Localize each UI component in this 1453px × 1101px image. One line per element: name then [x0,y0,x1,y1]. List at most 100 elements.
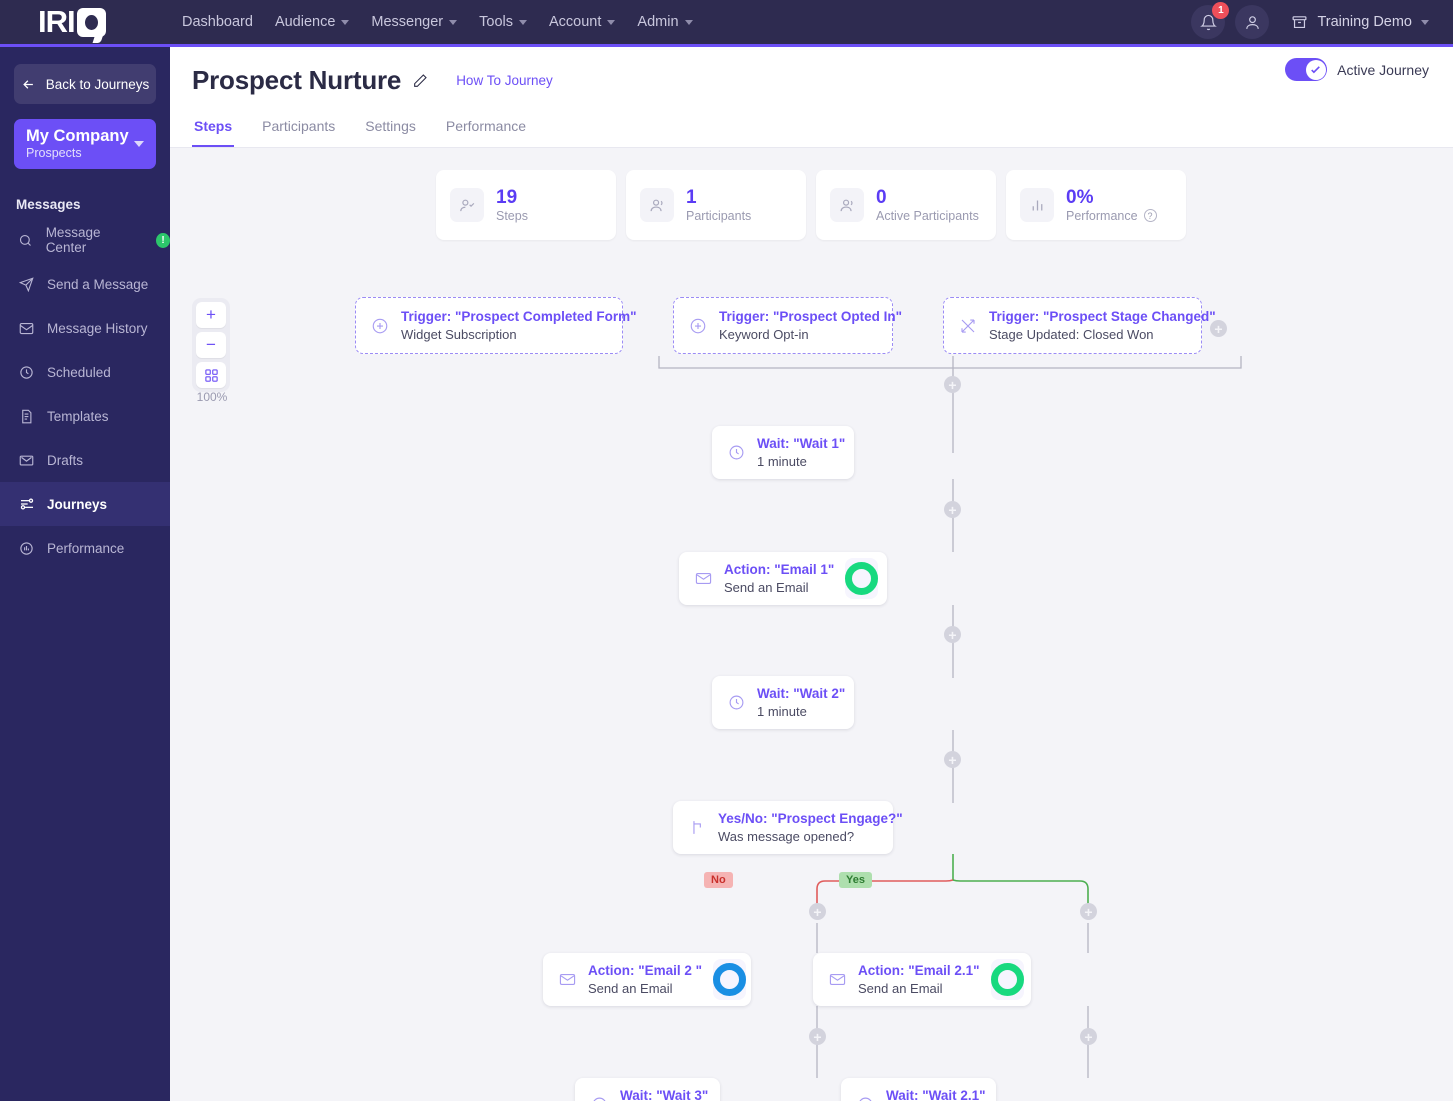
page-title: Prospect Nurture [192,65,402,95]
step-node-wait-2-1[interactable]: Wait: "Wait 2.1" 10 days [841,1078,996,1101]
user-profile-button[interactable] [1235,5,1270,39]
clock-icon [18,364,35,381]
logo-q-mark [76,7,106,37]
step-subtitle: Was message opened? [718,829,855,844]
draft-envelope-icon [18,452,35,469]
how-to-journey-link[interactable]: How To Journey [456,73,553,88]
sidebar-item-label: Send a Message [47,276,149,292]
sidebar: Back to Journeys My Company Prospects Me… [0,47,170,1101]
clock-icon [589,1095,609,1101]
step-subtitle: Send an Email [858,981,943,996]
add-step-button-yes-branch[interactable]: + [1080,903,1097,920]
chevron-down-icon [607,19,616,25]
sidebar-item-drafts[interactable]: Drafts [0,438,170,482]
step-node-wait-3[interactable]: Wait: "Wait 3" 10 days [575,1078,720,1101]
logo-text: IRI [38,4,76,39]
trigger-node-prospect-stage-changed[interactable]: Trigger: "Prospect Stage Changed" Stage … [943,297,1216,354]
search-icon [18,232,34,249]
arrow-left-icon [22,79,33,89]
step-node-wait-2[interactable]: Wait: "Wait 2" 1 minute [712,676,854,729]
trigger-node-prospect-completed-form[interactable]: Trigger: "Prospect Completed Form" Widge… [355,297,637,354]
branch-icon [687,818,707,838]
add-trigger-button[interactable]: + [1210,320,1227,337]
tab-steps[interactable]: Steps [192,110,235,147]
nav-item-account[interactable]: Account [549,14,616,30]
chart-pie-icon [18,540,35,557]
add-step-button-after-wait-1[interactable]: + [944,501,961,518]
nav-item-audience[interactable]: Audience [275,14,350,30]
status-donut-wrap [845,558,879,599]
add-step-button-after-triggers[interactable]: + [944,376,961,393]
step-subtitle: Send an Email [724,580,809,595]
shuffle-icon [958,316,978,336]
trigger-title: Trigger: "Prospect Stage Changed" [989,309,1216,324]
step-node-email-2[interactable]: Action: "Email 2 " Send an Email [543,953,751,1006]
trigger-subtitle: Stage Updated: Closed Won [989,327,1154,342]
clock-icon [726,693,746,713]
nav-item-messenger[interactable]: Messenger [371,14,458,30]
trigger-title: Trigger: "Prospect Opted In" [719,309,903,324]
sidebar-item-label: Templates [47,408,109,424]
step-title: Wait: "Wait 2.1" [886,1088,986,1101]
step-title: Wait: "Wait 3" [620,1088,709,1101]
sidebar-item-performance[interactable]: Performance [0,526,170,570]
company-selector[interactable]: My Company Prospects [14,119,156,169]
title-row: Prospect Nurture How To Journey [192,65,1431,96]
nav-label: Messenger [371,14,444,30]
company-name: My Company [26,127,129,145]
branch-label-no: No [704,872,733,888]
flow-graph: Trigger: "Prospect Completed Form" Widge… [170,148,1453,1101]
add-step-button-after-wait-2[interactable]: + [944,751,961,768]
status-donut [990,963,1024,996]
trigger-title: Trigger: "Prospect Completed Form" [401,309,637,324]
sidebar-item-message-center[interactable]: Message Center ! [0,218,170,262]
tab-settings[interactable]: Settings [363,110,418,147]
add-step-button-no-branch[interactable]: + [809,903,826,920]
step-node-email-1[interactable]: Action: "Email 1" Send an Email [679,552,887,605]
sidebar-section-label: Messages [16,197,81,212]
sidebar-item-send-a-message[interactable]: Send a Message [0,262,170,306]
main-nav-links: Dashboard Audience Messenger Tools Accou… [182,14,693,30]
journey-canvas[interactable]: 19 Steps 1 Participants 0 Active Partici… [170,148,1453,1101]
workspace-selector[interactable]: Training Demo [1291,14,1429,31]
toggle-knob [1305,59,1326,80]
trigger-subtitle: Widget Subscription [401,327,517,342]
notifications-button[interactable]: 1 [1191,2,1230,39]
sidebar-item-label: Scheduled [47,364,111,380]
plus-circle-icon [370,316,390,336]
step-node-yes-no-prospect-engage[interactable]: Yes/No: "Prospect Engage?" Was message o… [673,801,903,854]
step-title: Action: "Email 1" [724,562,835,577]
step-title: Action: "Email 2.1" [858,963,980,978]
chevron-down-icon [449,19,458,25]
back-label: Back to Journeys [45,76,150,92]
step-title: Wait: "Wait 2" [757,686,846,701]
edit-pencil-icon[interactable] [412,73,428,89]
document-icon [18,408,35,425]
chevron-down-icon [341,19,350,25]
trigger-node-prospect-opted-in[interactable]: Trigger: "Prospect Opted In" Keyword Opt… [673,297,902,354]
irio-logo[interactable]: IRI [0,4,170,40]
nav-item-tools[interactable]: Tools [479,14,527,30]
journey-tabs: Steps Participants Settings Performance [170,110,1453,148]
add-step-button-after-email-1[interactable]: + [944,626,961,643]
sidebar-item-templates[interactable]: Templates [0,394,170,438]
sidebar-item-journeys[interactable]: Journeys [0,482,170,526]
back-to-journeys-button[interactable]: Back to Journeys [14,64,156,104]
sidebar-item-scheduled[interactable]: Scheduled [0,350,170,394]
step-node-email-2-1[interactable]: Action: "Email 2.1" Send an Email [813,953,1031,1006]
nav-item-dashboard[interactable]: Dashboard [182,14,253,30]
step-node-wait-1[interactable]: Wait: "Wait 1" 1 minute [712,426,854,479]
nav-item-admin[interactable]: Admin [637,14,693,30]
add-step-button-after-email-2-1[interactable]: + [1080,1028,1097,1045]
message-center-badge: ! [156,232,170,248]
page-header: Prospect Nurture How To Journey Active J… [170,47,1453,148]
step-title: Wait: "Wait 1" [757,436,846,451]
chevron-down-icon [134,141,144,147]
envelope-icon [693,569,713,589]
tab-performance[interactable]: Performance [444,110,528,147]
add-step-button-after-email-2[interactable]: + [809,1028,826,1045]
envelope-icon [557,970,577,990]
tab-participants[interactable]: Participants [260,110,337,147]
active-journey-toggle[interactable] [1285,58,1328,81]
sidebar-item-message-history[interactable]: Message History [0,306,170,350]
